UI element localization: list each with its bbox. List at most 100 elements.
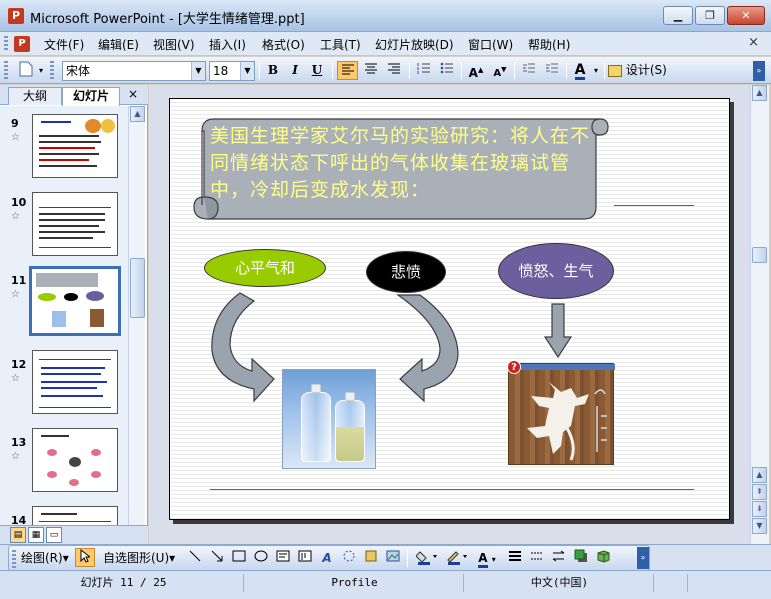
dissected-rat-photo[interactable]: ?: [507, 360, 615, 465]
increase-font-size-button[interactable]: A▲: [465, 61, 487, 80]
restore-button[interactable]: ❐: [695, 6, 725, 25]
document-close-button[interactable]: ×: [748, 35, 759, 50]
decrease-font-size-button[interactable]: A▼: [489, 61, 511, 80]
insert-picture-button[interactable]: [383, 549, 403, 568]
decrease-indent-button[interactable]: [518, 61, 539, 80]
toolbar-options-button[interactable]: »: [753, 61, 765, 81]
curved-arrow-left[interactable]: [206, 291, 276, 403]
toolbar-grip-2[interactable]: [50, 61, 54, 79]
design-template-name[interactable]: Profile: [246, 574, 464, 592]
increase-indent-button[interactable]: [541, 61, 562, 80]
slide-thumbnail-9[interactable]: [32, 114, 118, 178]
align-center-button[interactable]: [360, 61, 381, 80]
shadow-style-button[interactable]: [571, 549, 591, 568]
oval-tool-button[interactable]: [251, 549, 271, 568]
slide-thumbnail-13[interactable]: [32, 428, 118, 492]
thumbnail-number: 13: [11, 436, 27, 449]
arrow-style-button[interactable]: [549, 549, 569, 568]
dash-style-button[interactable]: [527, 549, 547, 568]
tab-slides[interactable]: 幻灯片: [62, 87, 120, 106]
slideshow-view-button[interactable]: ▭: [46, 527, 62, 543]
current-slide[interactable]: 美国生理学家艾尔马的实验研究：将人在不同情绪状态下呼出的气体收集在玻璃试管中，冷…: [169, 98, 730, 520]
font-color-button[interactable]: A: [570, 61, 590, 80]
menu-view[interactable]: 视图(V): [153, 36, 195, 53]
diagram-button[interactable]: [339, 549, 359, 568]
font-name-combo[interactable]: 宋体 ▼: [62, 61, 206, 81]
3d-style-button[interactable]: [593, 549, 613, 568]
font-color-draw-button[interactable]: A ▾: [473, 549, 501, 568]
minimize-button[interactable]: ▁: [663, 6, 693, 25]
document-icon[interactable]: P: [14, 36, 30, 52]
normal-view-button[interactable]: ▤: [10, 527, 26, 543]
align-right-button[interactable]: [383, 61, 404, 80]
select-objects-button[interactable]: [75, 548, 95, 567]
font-color-dropdown[interactable]: ▾: [591, 61, 601, 80]
curved-arrow-right[interactable]: [396, 293, 468, 403]
slide-scrollbar[interactable]: ▲ ▲ ⇞ ⇟ ▼: [750, 85, 769, 544]
oval-anger[interactable]: 愤怒、生气: [498, 243, 614, 299]
scroll-up-icon[interactable]: ▲: [752, 467, 767, 483]
water-bottles-photo[interactable]: [282, 369, 376, 469]
scroll-thumb[interactable]: [752, 247, 767, 263]
font-size-dropdown-icon[interactable]: ▼: [240, 62, 254, 80]
scroll-up-icon[interactable]: ▲: [752, 85, 767, 101]
bold-button[interactable]: B: [263, 61, 283, 80]
font-name-dropdown-icon[interactable]: ▼: [191, 62, 205, 80]
oval-calm[interactable]: 心平气和: [204, 249, 326, 287]
banner-text[interactable]: 美国生理学家艾尔马的实验研究：将人在不同情绪状态下呼出的气体收集在玻璃试管中，冷…: [210, 123, 590, 204]
slide-sorter-view-button[interactable]: ▦: [28, 527, 44, 543]
font-size-combo[interactable]: 18 ▼: [209, 61, 255, 81]
powerpoint-app-icon[interactable]: P: [8, 8, 24, 24]
design-button[interactable]: 设计(S): [608, 61, 672, 80]
slide-thumbnail-12[interactable]: [32, 350, 118, 414]
menu-window[interactable]: 窗口(W): [468, 36, 513, 53]
bullets-button[interactable]: [436, 61, 457, 80]
slide-thumbnail-11[interactable]: [29, 266, 121, 336]
view-mode-bar: ▤ ▦ ▭: [0, 525, 148, 544]
menu-grip[interactable]: [4, 36, 8, 52]
scroll-up-icon[interactable]: ▲: [130, 106, 145, 122]
slide-counter: 幻灯片 11 / 25: [4, 574, 244, 592]
slide-thumbnail-10[interactable]: [32, 192, 118, 256]
oval-grief[interactable]: 悲愤: [366, 251, 446, 293]
underline-button[interactable]: U: [307, 61, 327, 80]
new-dropdown-button[interactable]: ▾: [36, 61, 46, 80]
textbox-tool-button[interactable]: [273, 549, 293, 568]
rectangle-tool-button[interactable]: [229, 549, 249, 568]
line-color-button[interactable]: [443, 549, 471, 568]
menu-insert[interactable]: 插入(I): [209, 36, 246, 53]
down-arrow[interactable]: [544, 303, 572, 359]
menu-slideshow[interactable]: 幻灯片放映(D): [375, 36, 454, 53]
new-document-button[interactable]: [16, 61, 36, 80]
thumbnails-scrollbar[interactable]: ▲ ▼: [128, 106, 145, 544]
line-style-button[interactable]: [505, 549, 525, 568]
previous-slide-icon[interactable]: ⇞: [752, 484, 767, 500]
fill-color-button[interactable]: [413, 549, 441, 568]
draw-menu-button[interactable]: 绘图(R)▾: [21, 549, 73, 568]
italic-button[interactable]: I: [285, 61, 305, 80]
close-button[interactable]: ✕: [727, 6, 765, 25]
pointer-icon: [80, 548, 92, 563]
next-slide-icon[interactable]: ⇟: [752, 501, 767, 517]
arrow-tool-button[interactable]: [207, 549, 227, 568]
line-tool-button[interactable]: [185, 549, 205, 568]
menu-help[interactable]: 帮助(H): [528, 36, 570, 53]
vertical-textbox-button[interactable]: [295, 549, 315, 568]
draw-toolbar-options-button[interactable]: »: [637, 547, 649, 569]
autoshapes-button[interactable]: 自选图形(U)▾: [103, 549, 181, 568]
pane-close-icon[interactable]: ×: [128, 87, 138, 101]
tab-outline[interactable]: 大纲: [8, 87, 62, 105]
menu-tools[interactable]: 工具(T): [320, 36, 361, 53]
toolbar-grip[interactable]: [4, 61, 8, 79]
menu-format[interactable]: 格式(O): [262, 36, 305, 53]
menu-edit[interactable]: 编辑(E): [98, 36, 139, 53]
align-left-icon: [341, 64, 354, 75]
clipart-button[interactable]: [361, 549, 381, 568]
menu-file[interactable]: 文件(F): [44, 36, 84, 53]
wordart-button[interactable]: A: [317, 549, 337, 568]
numbering-button[interactable]: [413, 61, 434, 80]
scroll-down-icon[interactable]: ▼: [752, 518, 767, 534]
scroll-thumb[interactable]: [130, 258, 145, 318]
toolbar-grip[interactable]: [12, 550, 16, 568]
align-left-button[interactable]: [337, 61, 358, 80]
